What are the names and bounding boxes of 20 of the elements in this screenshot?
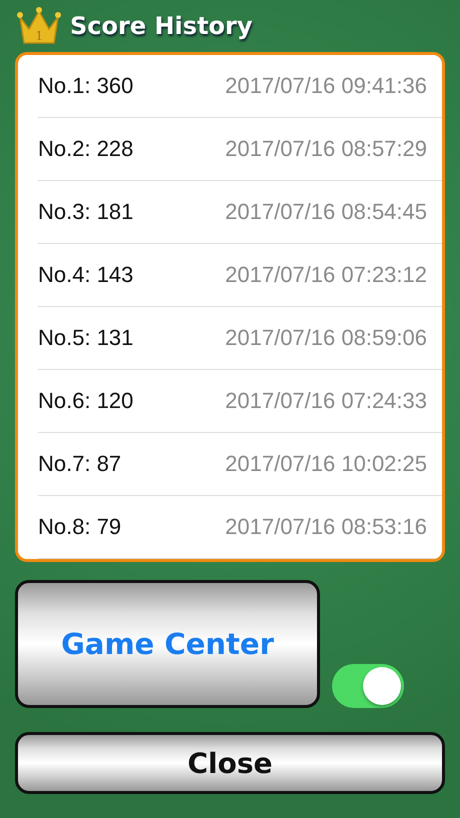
toggle-switch[interactable]	[332, 664, 404, 708]
score-time: 2017/07/16 08:53:16	[225, 514, 427, 540]
score-time: 2017/07/16 09:41:36	[225, 73, 427, 99]
score-rank: No.4: 143	[38, 262, 134, 288]
score-time: 2017/07/16 07:24:33	[225, 388, 427, 414]
score-time: 2017/07/16 07:23:12	[225, 262, 427, 288]
score-rank: No.7: 87	[38, 451, 122, 477]
score-rank: No.1: 360	[38, 73, 134, 99]
score-rank: No.8: 79	[38, 514, 122, 540]
score-time: 2017/07/16 10:02:25	[225, 451, 427, 477]
score-rank: No.3: 181	[38, 199, 134, 225]
screen-title: Score History	[70, 12, 253, 40]
score-time: 2017/07/16 08:57:29	[225, 136, 427, 162]
close-button[interactable]: Close	[15, 732, 445, 794]
score-rank: No.6: 120	[38, 388, 134, 414]
score-time: 2017/07/16 08:54:45	[225, 199, 427, 225]
score-time: 2017/07/16 08:59:06	[225, 325, 427, 351]
score-rank: No.5: 131	[38, 325, 134, 351]
game-center-button[interactable]: Game Center	[15, 580, 320, 708]
score-rank: No.2: 228	[38, 136, 134, 162]
